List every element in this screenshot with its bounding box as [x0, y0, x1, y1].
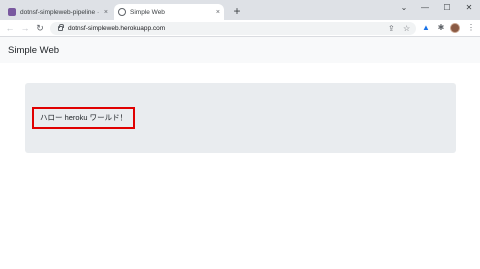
minimize-icon[interactable]: —: [414, 2, 436, 14]
bookmark-star-icon[interactable]: ☆: [403, 22, 410, 35]
tab-simple-web[interactable]: Simple Web ×: [114, 4, 224, 20]
site-navbar: Simple Web: [0, 37, 480, 63]
url-text[interactable]: dotnsf-simpleweb.herokuapp.com: [68, 25, 165, 32]
new-tab-button[interactable]: +: [230, 4, 244, 18]
address-bar[interactable]: dotnsf-simpleweb.herokuapp.com ⇪ ☆: [50, 22, 416, 35]
profile-avatar[interactable]: [450, 23, 460, 33]
site-brand[interactable]: Simple Web: [8, 45, 59, 56]
forward-icon[interactable]: →: [19, 22, 31, 34]
lock-icon[interactable]: [58, 24, 64, 31]
heroku-icon: [8, 8, 16, 16]
tab-title: dotnsf-simpleweb-pipeline · Pipe: [20, 8, 101, 16]
tab-search-dropdown-icon[interactable]: ⌄: [393, 2, 415, 14]
share-icon[interactable]: ⇪: [388, 22, 395, 35]
globe-icon: [118, 8, 126, 16]
reload-icon[interactable]: ↻: [34, 22, 46, 34]
maximize-icon[interactable]: ☐: [436, 2, 458, 14]
tab-pipeline[interactable]: dotnsf-simpleweb-pipeline · Pipe ×: [4, 4, 112, 20]
page-content: ハロー heroku ワールド！: [0, 63, 480, 269]
tab-strip: dotnsf-simpleweb-pipeline · Pipe × Simpl…: [0, 0, 480, 20]
close-tab-icon[interactable]: ×: [216, 9, 220, 16]
extensions-icon[interactable]: ✱: [436, 23, 446, 33]
close-tab-icon[interactable]: ×: [104, 9, 108, 16]
back-icon[interactable]: ←: [4, 22, 16, 34]
menu-icon[interactable]: ⋮: [466, 23, 476, 33]
close-window-icon[interactable]: ✕: [458, 2, 480, 14]
tab-title: Simple Web: [130, 8, 165, 16]
hello-message: ハロー heroku ワールド！: [32, 107, 136, 129]
google-drive-icon[interactable]: ▲: [421, 23, 431, 33]
browser-toolbar: ← → ↻ dotnsf-simpleweb.herokuapp.com ⇪ ☆…: [0, 20, 480, 37]
browser-window: dotnsf-simpleweb-pipeline · Pipe × Simpl…: [0, 0, 480, 269]
jumbotron: ハロー heroku ワールド！: [25, 83, 456, 153]
